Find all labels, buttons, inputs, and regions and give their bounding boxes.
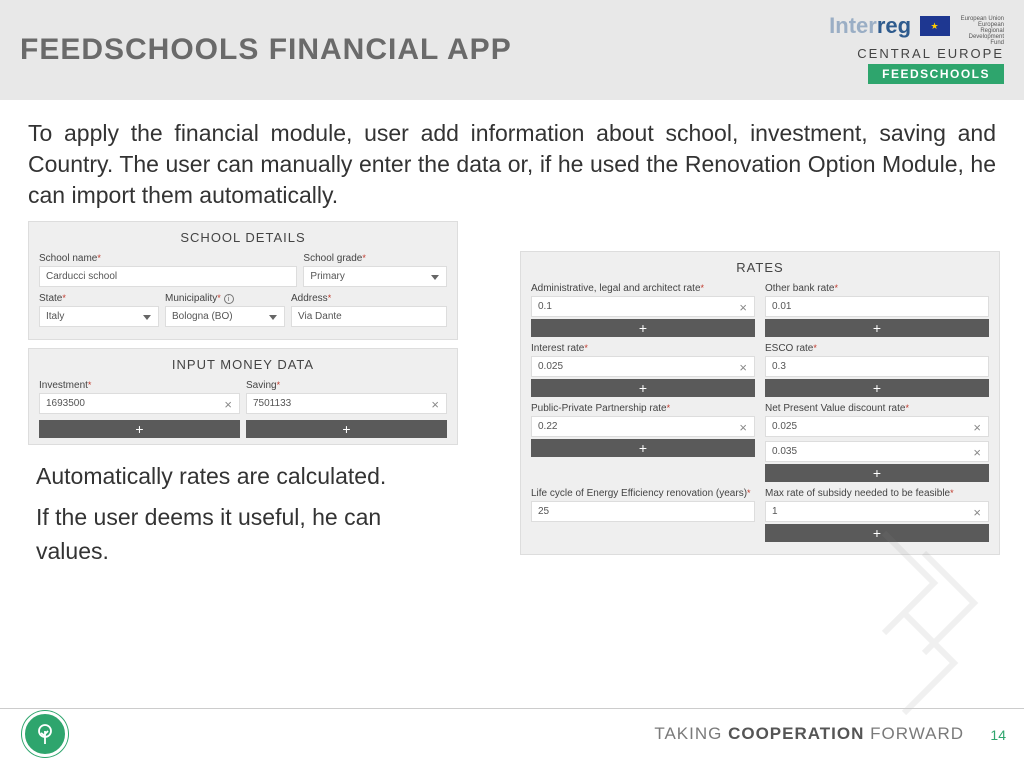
feedschools-badge: FEEDSCHOOLS bbox=[868, 64, 1004, 84]
add-button[interactable]: + bbox=[531, 439, 755, 457]
page-title: FEEDSCHOOLS FINANCIAL APP bbox=[20, 33, 512, 67]
clear-icon[interactable]: × bbox=[739, 300, 747, 315]
other-bank-label: Other bank rate* bbox=[765, 283, 989, 294]
life-cycle-input[interactable]: 25 bbox=[531, 501, 755, 522]
school-name-input[interactable]: Carducci school bbox=[39, 266, 297, 287]
clear-icon[interactable]: × bbox=[739, 420, 747, 435]
admin-rate-input[interactable]: 0.1× bbox=[531, 296, 755, 317]
interest-rate-input[interactable]: 0.025× bbox=[531, 356, 755, 377]
ppp-rate-label: Public-Private Partnership rate* bbox=[531, 403, 755, 414]
school-grade-label: School grade* bbox=[303, 253, 447, 264]
clear-icon[interactable]: × bbox=[224, 397, 232, 412]
money-panel-title: INPUT MONEY DATA bbox=[39, 357, 447, 372]
page-number: 14 bbox=[990, 727, 1006, 743]
clear-icon[interactable]: × bbox=[973, 505, 981, 520]
intro-paragraph: To apply the financial module, user add … bbox=[0, 100, 1024, 221]
address-label: Address* bbox=[291, 293, 447, 304]
municipality-select[interactable]: Bologna (BO) bbox=[165, 306, 285, 327]
saving-input[interactable]: 7501133× bbox=[246, 393, 447, 414]
eu-flag-icon bbox=[920, 16, 950, 36]
clear-icon[interactable]: × bbox=[973, 420, 981, 435]
other-bank-input[interactable]: 0.01 bbox=[765, 296, 989, 317]
central-europe-label: CENTRAL EUROPE bbox=[829, 46, 1004, 61]
add-button[interactable]: + bbox=[531, 319, 755, 337]
address-input[interactable]: Via Dante bbox=[291, 306, 447, 327]
interest-rate-label: Interest rate* bbox=[531, 343, 755, 354]
clear-icon[interactable]: × bbox=[739, 360, 747, 375]
add-investment-button[interactable]: + bbox=[39, 420, 240, 438]
logo-block: Interreg European Union European Regiona… bbox=[829, 16, 1004, 84]
add-button[interactable]: + bbox=[765, 464, 989, 482]
state-label: State* bbox=[39, 293, 159, 304]
school-details-panel: SCHOOL DETAILS School name* Carducci sch… bbox=[28, 221, 458, 340]
esco-rate-input[interactable]: 0.3 bbox=[765, 356, 989, 377]
add-button[interactable]: + bbox=[765, 379, 989, 397]
school-panel-title: SCHOOL DETAILS bbox=[39, 230, 447, 245]
npv-rate-input-1[interactable]: 0.025× bbox=[765, 416, 989, 437]
municipality-label: Municipality* i bbox=[165, 293, 285, 304]
npv-rate-label: Net Present Value discount rate* bbox=[765, 403, 989, 414]
life-cycle-label: Life cycle of Energy Efficiency renovati… bbox=[531, 488, 755, 499]
footer: TAKING COOPERATION FORWARD 14 bbox=[0, 708, 1024, 758]
interreg-logo: Interreg bbox=[829, 13, 911, 38]
body-text-3: values. bbox=[36, 534, 458, 569]
header: FEEDSCHOOLS FINANCIAL APP Interreg Europ… bbox=[0, 0, 1024, 100]
saving-label: Saving* bbox=[246, 380, 447, 391]
ppp-rate-input[interactable]: 0.22× bbox=[531, 416, 755, 437]
chevron-decoration bbox=[874, 523, 1024, 728]
school-grade-select[interactable]: Primary bbox=[303, 266, 447, 287]
body-text-1: Automatically rates are calculated. bbox=[36, 459, 458, 494]
state-select[interactable]: Italy bbox=[39, 306, 159, 327]
eu-fund-text: European Union European Regional Develop… bbox=[954, 16, 1004, 46]
add-saving-button[interactable]: + bbox=[246, 420, 447, 438]
clear-icon[interactable]: × bbox=[973, 445, 981, 460]
max-subsidy-label: Max rate of subsidy needed to be feasibl… bbox=[765, 488, 989, 499]
footer-slogan: TAKING COOPERATION FORWARD bbox=[654, 724, 964, 744]
school-name-label: School name* bbox=[39, 253, 297, 264]
npv-rate-input-2[interactable]: 0.035× bbox=[765, 441, 989, 462]
info-icon[interactable]: i bbox=[224, 294, 234, 304]
rates-panel-title: RATES bbox=[531, 260, 989, 275]
admin-rate-label: Administrative, legal and architect rate… bbox=[531, 283, 755, 294]
input-money-panel: INPUT MONEY DATA Investment* 1693500× + … bbox=[28, 348, 458, 445]
add-button[interactable]: + bbox=[531, 379, 755, 397]
body-text-2: If the user deems it useful, he can bbox=[36, 500, 458, 535]
esco-rate-label: ESCO rate* bbox=[765, 343, 989, 354]
investment-input[interactable]: 1693500× bbox=[39, 393, 240, 414]
rates-panel: RATES Administrative, legal and architec… bbox=[520, 251, 1000, 555]
tree-badge-icon bbox=[22, 711, 68, 757]
max-subsidy-input[interactable]: 1× bbox=[765, 501, 989, 522]
clear-icon[interactable]: × bbox=[431, 397, 439, 412]
add-button[interactable]: + bbox=[765, 319, 989, 337]
investment-label: Investment* bbox=[39, 380, 240, 391]
